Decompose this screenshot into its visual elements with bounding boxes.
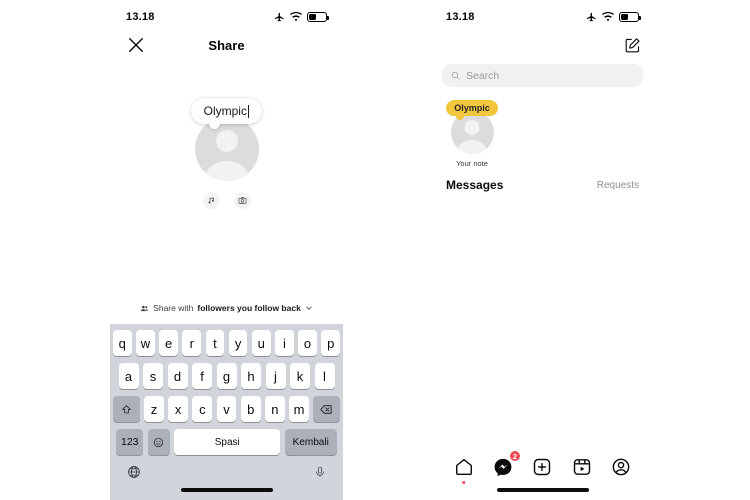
keyboard-row-2: a s d f g h j k l	[113, 363, 340, 389]
key-w[interactable]: w	[136, 330, 155, 356]
key-e[interactable]: e	[159, 330, 178, 356]
key-k[interactable]: k	[290, 363, 310, 389]
key-m[interactable]: m	[289, 396, 309, 422]
note-tools	[202, 192, 251, 209]
home-indicator	[180, 488, 273, 492]
note-input-bubble[interactable]: Olympic	[190, 98, 263, 129]
audience-selector[interactable]: Share with followers you follow back	[110, 303, 343, 313]
search-placeholder: Search	[466, 69, 500, 82]
messenger-icon[interactable]: 2	[490, 450, 522, 480]
key-c[interactable]: c	[192, 396, 213, 422]
key-g[interactable]: g	[216, 363, 237, 389]
screenshot-stage: 13.18 Share Olympic Share with followers…	[0, 0, 750, 500]
note-caption: Your note	[456, 159, 488, 168]
globe-icon[interactable]	[127, 465, 141, 479]
messages-title: Messages	[446, 178, 504, 192]
requests-link[interactable]: Requests	[597, 180, 639, 191]
home-indicator-right	[496, 488, 589, 492]
left-phone-screen: 13.18 Share Olympic Share with followers…	[110, 0, 343, 500]
avatar-body	[457, 140, 487, 154]
camera-icon[interactable]	[233, 192, 251, 209]
text-caret	[247, 104, 250, 118]
note-composer: Olympic	[110, 62, 343, 209]
emoji-icon[interactable]	[147, 429, 170, 455]
key-l[interactable]: l	[314, 363, 335, 389]
key-b[interactable]: b	[240, 396, 261, 422]
search-icon	[451, 71, 460, 80]
key-s[interactable]: s	[143, 363, 163, 389]
status-bar-right: 13.18	[430, 0, 655, 28]
status-time: 13.18	[126, 11, 155, 23]
shift-icon[interactable]	[113, 396, 140, 422]
key-j[interactable]: j	[265, 363, 286, 389]
numbers-key[interactable]: 123	[116, 429, 144, 455]
key-v[interactable]: v	[216, 396, 237, 422]
key-o[interactable]: o	[298, 330, 317, 356]
avatar-head	[215, 130, 238, 152]
key-a[interactable]: a	[118, 363, 139, 389]
status-time-right: 13.18	[446, 11, 475, 23]
key-i[interactable]: i	[275, 330, 294, 356]
bottom-tab-bar: 2	[430, 446, 655, 500]
page-title: Share	[208, 37, 245, 53]
backspace-icon[interactable]	[313, 396, 340, 422]
key-u[interactable]: u	[251, 330, 271, 356]
note-bubble[interactable]: Olympic	[446, 100, 498, 120]
note-input-text: Olympic	[203, 104, 247, 118]
key-p[interactable]: p	[321, 330, 341, 356]
key-d[interactable]: d	[167, 363, 188, 389]
key-t[interactable]: t	[205, 330, 225, 356]
microphone-icon[interactable]	[314, 465, 326, 479]
messages-header-row: Messages Requests	[430, 168, 655, 192]
plus-square-icon[interactable]	[529, 454, 555, 480]
key-r[interactable]: r	[182, 330, 202, 356]
reels-icon[interactable]	[569, 454, 595, 480]
battery-icon	[307, 12, 329, 22]
dm-header	[430, 28, 655, 62]
key-y[interactable]: y	[228, 330, 248, 356]
return-key[interactable]: Kembali	[284, 429, 337, 455]
avatar-head	[464, 120, 480, 135]
your-note-item[interactable]: Olympic Your note	[446, 100, 498, 168]
space-key[interactable]: Spasi	[174, 429, 281, 455]
keyboard-row-4: 123 Spasi Kembali	[113, 429, 340, 455]
airplane-icon	[274, 12, 284, 21]
key-n[interactable]: n	[265, 396, 285, 422]
wifi-icon	[290, 12, 302, 22]
messages-badge: 2	[508, 450, 522, 462]
avatar	[194, 117, 259, 181]
right-phone-screen: 13.18 Search Olympic Your note Messages …	[430, 0, 655, 500]
key-h[interactable]: h	[241, 363, 261, 389]
home-activity-dot	[461, 480, 466, 484]
close-icon[interactable]	[126, 35, 146, 55]
compose-icon[interactable]	[624, 37, 641, 54]
key-z[interactable]: z	[144, 396, 164, 422]
keyboard: q w e r t y u i o p a s d f g h j k l z …	[110, 324, 343, 500]
audience-prefix: Share with	[153, 303, 194, 313]
notes-tray: Olympic Your note	[430, 87, 655, 168]
key-f[interactable]: f	[192, 363, 212, 389]
share-header: Share	[110, 28, 343, 62]
home-icon[interactable]	[451, 454, 477, 484]
key-q[interactable]: q	[112, 330, 132, 356]
keyboard-bottom-row	[113, 459, 340, 500]
audience-target: followers you follow back	[197, 303, 301, 313]
keyboard-row-1: q w e r t y u i o p	[112, 330, 341, 356]
profile-icon[interactable]	[608, 454, 634, 480]
avatar-body	[205, 161, 248, 181]
chevron-down-icon	[306, 306, 312, 310]
status-icons	[274, 12, 329, 23]
music-note-icon[interactable]	[202, 192, 220, 209]
status-bar: 13.18	[110, 0, 343, 28]
people-icon	[141, 305, 149, 311]
airplane-icon	[586, 12, 596, 21]
key-x[interactable]: x	[168, 396, 188, 422]
wifi-icon	[602, 12, 614, 22]
keyboard-row-3: z x c v b n m	[113, 396, 340, 422]
status-icons-right	[586, 12, 641, 23]
battery-icon	[619, 12, 641, 22]
search-input[interactable]: Search	[442, 64, 643, 87]
